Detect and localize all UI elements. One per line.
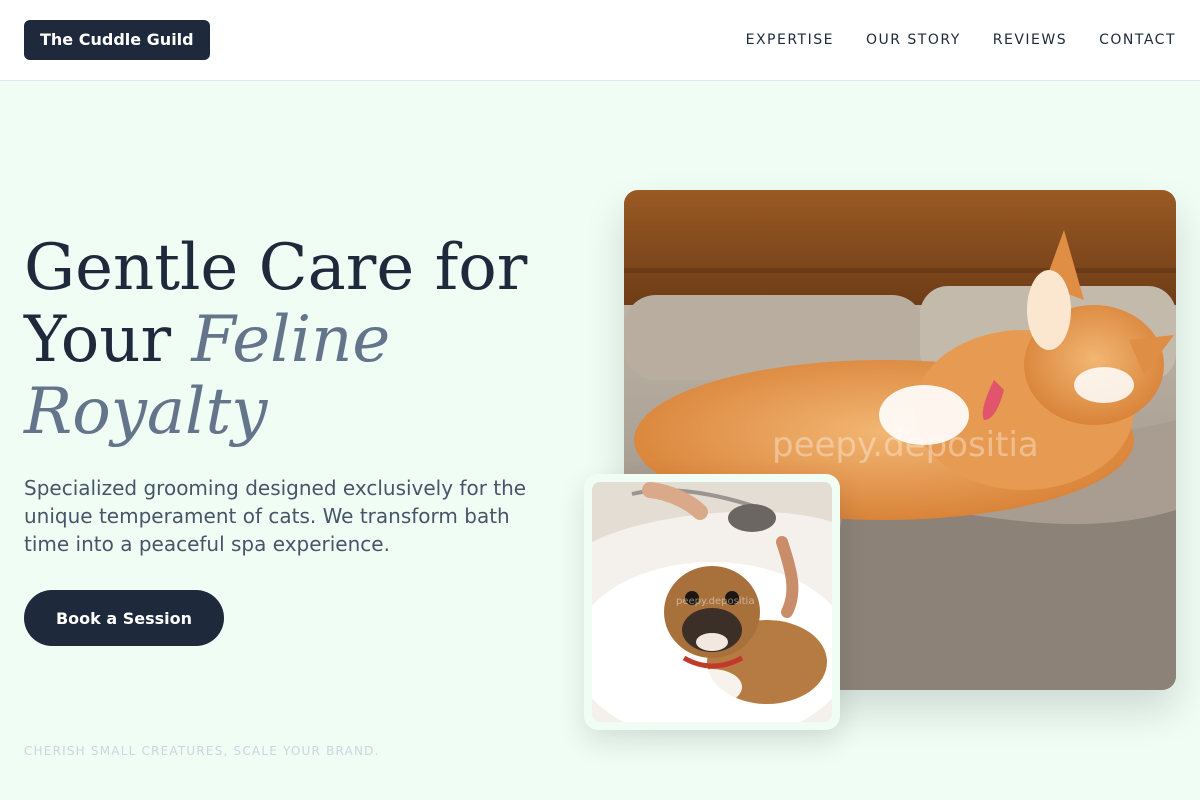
- headline-accent-royalty: Royalty: [24, 375, 268, 449]
- hero-description: Specialized grooming designed exclusivel…: [24, 476, 527, 556]
- dog-photo: peepy.depositia: [592, 482, 832, 722]
- nav-our-story[interactable]: OUR STORY: [866, 30, 961, 50]
- dog-photo-card: peepy.depositia: [584, 474, 840, 730]
- logo[interactable]: The Cuddle Guild: [24, 20, 210, 60]
- cat-watermark: peepy.depositia: [772, 425, 1039, 465]
- nav-expertise[interactable]: EXPERTISE: [746, 30, 834, 50]
- tagline: CHERISH SMALL CREATURES, SCALE YOUR BRAN…: [24, 744, 380, 758]
- headline-line-2: Your: [24, 303, 192, 377]
- headline-line-1: Gentle Care for: [24, 231, 528, 305]
- headline-accent-feline: Feline: [191, 303, 391, 377]
- hero-headline: Gentle Care for Your Feline Royalty: [24, 232, 544, 448]
- book-session-button[interactable]: Book a Session: [24, 590, 224, 646]
- site-header: The Cuddle Guild EXPERTISE OUR STORY REV…: [0, 0, 1200, 81]
- dog-watermark: peepy.depositia: [676, 596, 755, 607]
- nav-contact[interactable]: CONTACT: [1099, 30, 1176, 50]
- main-nav: EXPERTISE OUR STORY REVIEWS CONTACT: [746, 30, 1176, 50]
- nav-reviews[interactable]: REVIEWS: [993, 30, 1067, 50]
